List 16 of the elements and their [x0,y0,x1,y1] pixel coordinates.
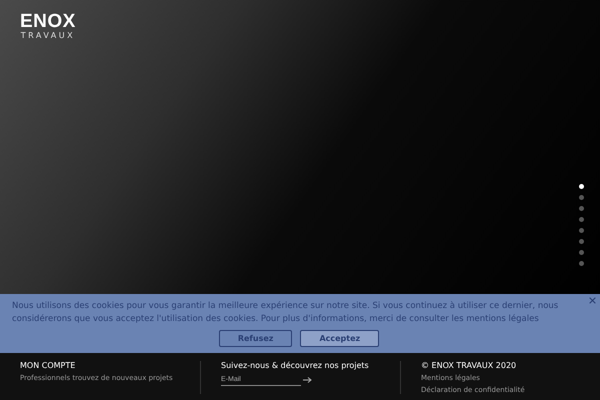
slider-dot[interactable] [579,250,584,255]
slider-dot[interactable] [579,239,584,244]
logo[interactable]: ENOX TRAVAUX [20,12,76,41]
close-icon[interactable] [589,297,596,304]
footer-title: MON COMPTE [20,361,76,370]
slider-dot[interactable] [579,261,584,266]
accept-button[interactable]: Acceptez [300,330,380,347]
slider-dot[interactable] [579,228,584,233]
slider-dot[interactable] [579,206,584,211]
footer-title: Suivez-nous & découvrez nos projets [221,361,370,370]
copyright-text: © ENOX TRAVAUX 2020 [421,361,518,370]
slider-dot[interactable] [579,217,584,222]
slider-dot[interactable] [579,195,584,200]
cookie-text: Nous utilisons des cookies pour vous garantir la meilleure expérience sur notre site. Si vous continuez à utiliser ce dernier, nous considérerons que vous acceptez l'utilisation des cookies. Pour plus d'informations, merci de consulter les mentions légales [12,300,560,326]
slider-dot[interactable] [579,184,584,189]
arrow-icon[interactable] [303,377,312,383]
